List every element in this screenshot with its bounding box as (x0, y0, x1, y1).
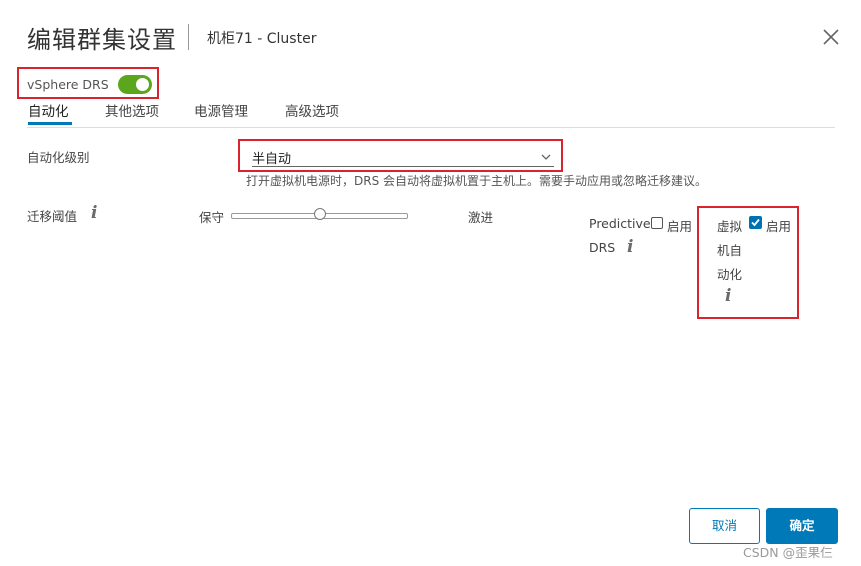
slider-thumb[interactable] (313, 208, 326, 220)
toggle-knob (136, 78, 149, 91)
vm-automation-info-icon[interactable]: i (725, 286, 731, 306)
vm-automation-checkbox[interactable] (749, 216, 762, 229)
automation-level-value: 半自动 (252, 152, 292, 167)
slider-min-label: 保守 (199, 210, 225, 225)
drs-toggle[interactable] (118, 75, 152, 94)
checkmark-icon (751, 218, 760, 227)
predictive-drs-label-line1: Predictive (589, 216, 651, 231)
automation-level-hint: 打开虚拟机电源时，DRS 会自动将虚拟机置于主机上。需要手动应用或忽略迁移建议。 (246, 174, 708, 188)
close-icon (823, 29, 839, 45)
tabs-divider (27, 127, 835, 128)
chevron-down-icon (541, 154, 551, 160)
vm-automation-label-line3: 动化 (717, 267, 743, 282)
predictive-drs-label-line2: DRS (589, 240, 616, 255)
dialog-title: 编辑群集设置 (27, 26, 177, 54)
predictive-drs-enable-label: 启用 (667, 219, 693, 234)
automation-level-label: 自动化级别 (27, 150, 90, 165)
active-tab-indicator (28, 122, 72, 125)
predictive-info-icon[interactable]: i (627, 237, 633, 257)
watermark: CSDN @歪果仨 (743, 545, 833, 560)
predictive-drs-checkbox[interactable] (651, 217, 663, 229)
dialog-subtitle: 机柜71 - Cluster (207, 31, 317, 47)
vm-automation-enable-label: 启用 (766, 219, 792, 234)
title-divider (188, 24, 189, 50)
tab-automation[interactable]: 自动化 (28, 100, 69, 120)
tab-other-options[interactable]: 其他选项 (105, 100, 159, 120)
tab-advanced-options[interactable]: 高级选项 (285, 100, 339, 120)
vm-automation-label-line2: 机自 (717, 243, 743, 258)
migration-threshold-label: 迁移阈值 (27, 209, 78, 224)
migration-info-icon[interactable]: i (91, 203, 97, 223)
ok-button[interactable]: 确定 (766, 508, 838, 544)
tab-power-management[interactable]: 电源管理 (194, 100, 248, 120)
close-button[interactable] (820, 26, 842, 48)
drs-label: vSphere DRS (27, 77, 109, 92)
cancel-button[interactable]: 取消 (689, 508, 760, 544)
slider-max-label: 激进 (468, 210, 494, 225)
automation-level-select[interactable]: 半自动 (252, 146, 554, 168)
vm-automation-label-line1: 虚拟 (717, 219, 743, 234)
